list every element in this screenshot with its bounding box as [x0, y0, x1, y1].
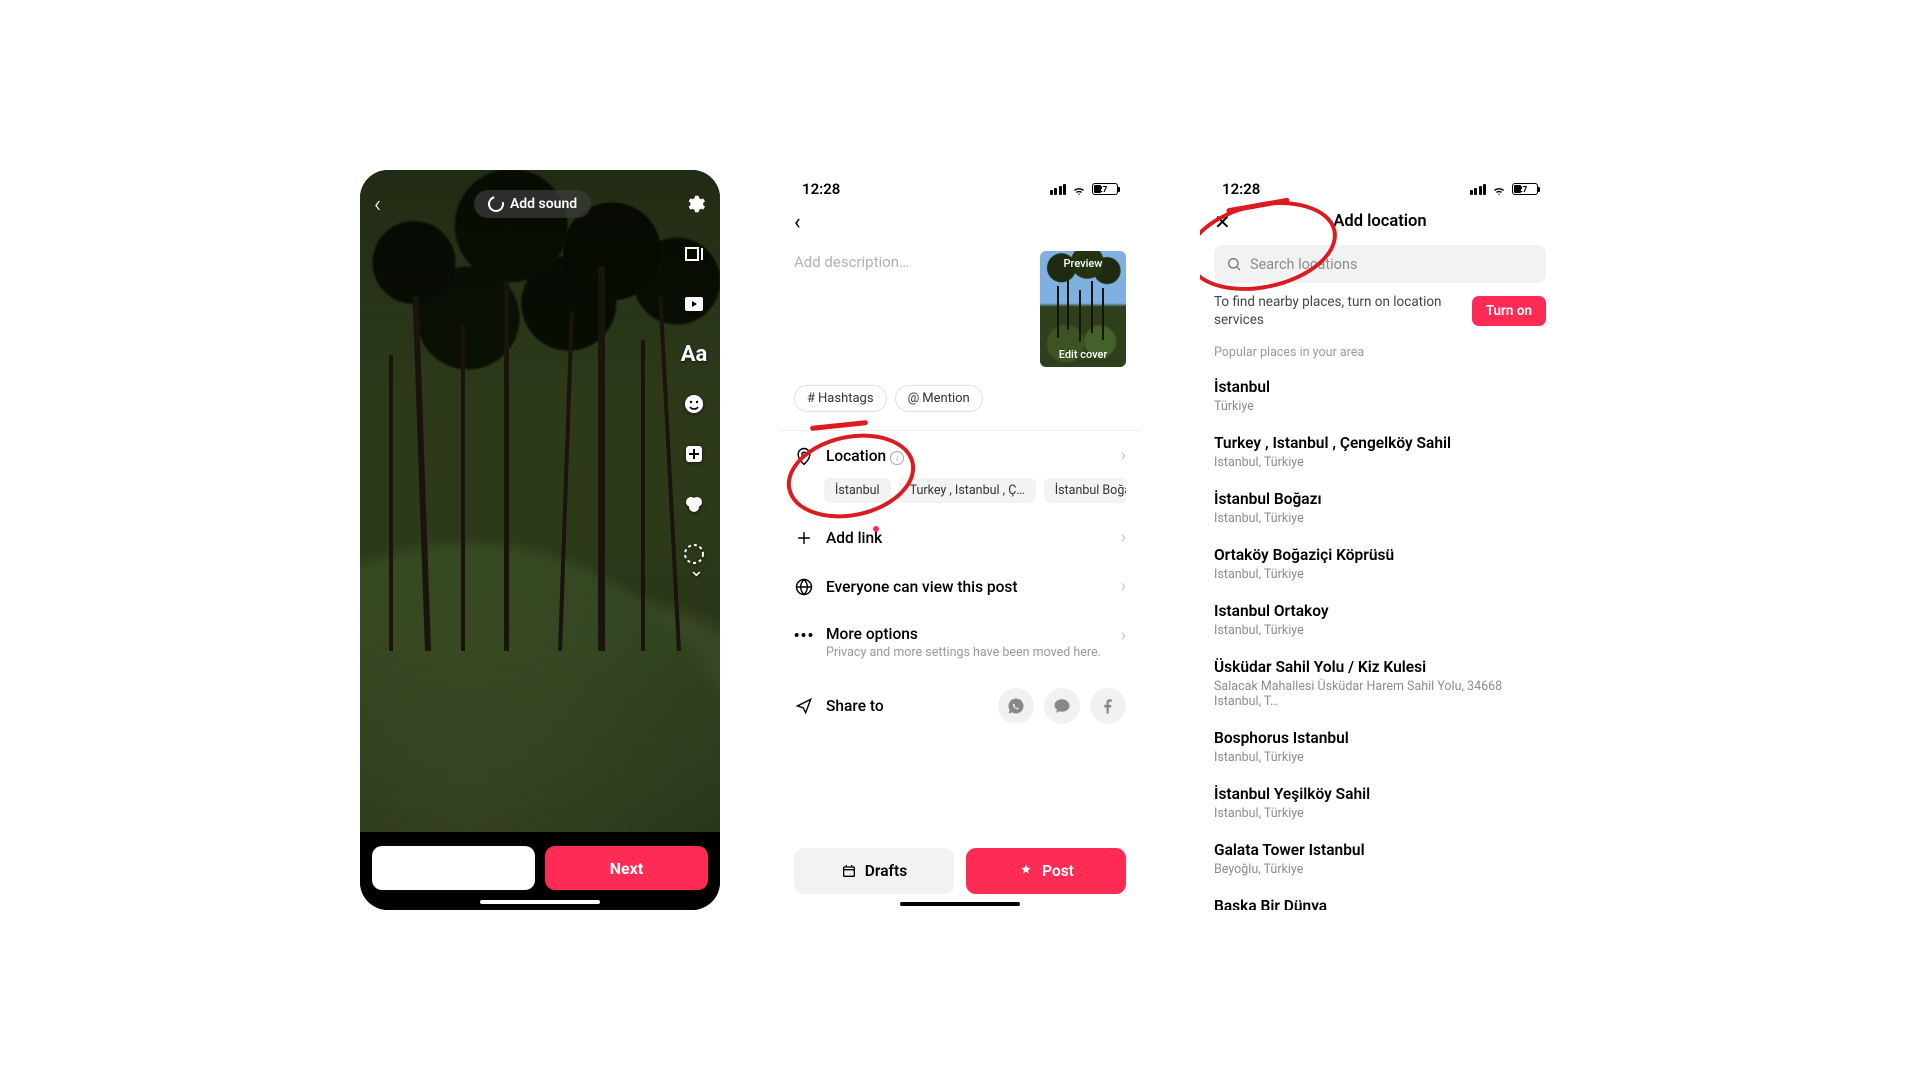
home-indicator	[480, 900, 600, 904]
location-services-prompt: To find nearby places, turn on location …	[1214, 293, 1546, 329]
edit-screen: ‹ Add sound Aa ⌄ Next	[360, 170, 720, 910]
page-title: Add location	[1333, 212, 1426, 231]
hash-icon: #	[807, 391, 815, 406]
preview-label: Preview	[1040, 257, 1126, 270]
mention-chip[interactable]: @Mention	[895, 385, 983, 412]
chevron-right-icon: ›	[1121, 625, 1126, 646]
search-icon	[1226, 256, 1242, 272]
add-sound-label: Add sound	[510, 196, 577, 212]
drafts-button[interactable]: Drafts	[794, 848, 954, 894]
add-link-row[interactable]: Add link ›	[794, 513, 1126, 562]
chevron-right-icon: ›	[1121, 527, 1126, 548]
location-row[interactable]: Location i ›	[794, 431, 1126, 480]
chevron-right-icon: ›	[1121, 576, 1126, 597]
stickers-icon[interactable]	[680, 390, 708, 418]
place-item[interactable]: Başka Bir DünyaTurkey	[1214, 887, 1546, 910]
back-icon[interactable]: ‹	[794, 210, 801, 235]
signal-icon	[1470, 184, 1487, 195]
gear-icon[interactable]	[684, 193, 706, 215]
editor-top-bar: ‹ Add sound	[360, 180, 720, 228]
place-item[interactable]: Bosphorus IstanbulIstanbul, Türkiye	[1214, 719, 1546, 775]
share-row: Share to	[794, 674, 1126, 738]
facebook-icon[interactable]	[1090, 688, 1126, 724]
post-header: ‹	[780, 204, 1140, 245]
whatsapp-icon[interactable]	[998, 688, 1034, 724]
add-sound-button[interactable]: Add sound	[474, 190, 591, 218]
place-item[interactable]: İstanbul Yeşilköy SahilIstanbul, Türkiye	[1214, 775, 1546, 831]
loc-pill[interactable]: İstanbul	[824, 478, 891, 503]
status-bar: 12:28 27	[780, 170, 1140, 204]
effects-icon[interactable]	[680, 440, 708, 468]
info-icon: i	[890, 451, 904, 465]
place-item[interactable]: İstanbulTürkiye	[1214, 368, 1546, 424]
chevron-right-icon: ›	[1121, 445, 1126, 466]
notification-dot	[873, 526, 879, 532]
loc-pill[interactable]: İstanbul Boğazı	[1044, 478, 1126, 503]
search-input[interactable]: Search locations	[1214, 245, 1546, 283]
loc-pill[interactable]: Turkey , Istanbul , Ç…	[899, 478, 1036, 503]
share-icon	[794, 696, 814, 716]
text-icon[interactable]: Aa	[680, 340, 708, 368]
message-icon[interactable]	[1044, 688, 1080, 724]
place-item[interactable]: Galata Tower IstanbulBeyoğlu, Türkiye	[1214, 831, 1546, 887]
globe-icon	[794, 577, 814, 597]
editor-bottom-bar: Next	[360, 832, 720, 910]
close-icon[interactable]: ✕	[1214, 210, 1231, 234]
status-bar: 12:28 27	[1200, 170, 1560, 204]
wifi-icon	[1491, 183, 1507, 195]
popular-heading: Popular places in your area	[1214, 345, 1546, 360]
edit-cover-label: Edit cover	[1040, 348, 1126, 361]
location-label: Location	[826, 447, 886, 465]
editor-secondary-button[interactable]	[372, 846, 535, 890]
status-time: 12:28	[1222, 180, 1260, 198]
battery-icon: 27	[1092, 183, 1118, 195]
cover-thumbnail[interactable]: Preview Edit cover	[1040, 251, 1126, 367]
privacy-row[interactable]: Everyone can view this post ›	[794, 562, 1126, 611]
place-item[interactable]: İstanbul BoğazıIstanbul, Türkiye	[1214, 480, 1546, 536]
place-item[interactable]: Istanbul OrtakoyIstanbul, Türkiye	[1214, 592, 1546, 648]
flip-icon[interactable]	[680, 240, 708, 268]
battery-icon: 27	[1512, 183, 1538, 195]
post-screen: 12:28 27 ‹ Add description… Preview Edit…	[780, 170, 1140, 910]
location-screen: 12:28 27 ✕ Add location Search locations…	[1200, 170, 1560, 910]
hashtags-chip[interactable]: #Hashtags	[794, 385, 887, 412]
filters-icon[interactable]	[680, 490, 708, 518]
location-pin-icon	[794, 446, 814, 466]
signal-icon	[1050, 184, 1067, 195]
next-button[interactable]: Next	[545, 846, 708, 890]
more-options-row[interactable]: ••• More options Privacy and more settin…	[794, 611, 1126, 674]
post-footer: Drafts Post	[794, 848, 1126, 894]
location-suggestions: İstanbul Turkey , Istanbul , Ç… İstanbul…	[824, 478, 1126, 503]
places-list: İstanbulTürkiye Turkey , Istanbul , Çeng…	[1214, 368, 1546, 910]
place-item[interactable]: Üsküdar Sahil Yolu / Kiz KulesiSalacak M…	[1214, 648, 1546, 719]
status-time: 12:28	[802, 180, 840, 198]
place-item[interactable]: Ortaköy Boğaziçi KöprüsüIstanbul, Türkiy…	[1214, 536, 1546, 592]
chevron-down-icon[interactable]: ⌄	[689, 560, 704, 581]
dots-icon: •••	[794, 625, 814, 645]
location-header: ✕ Add location	[1200, 204, 1560, 239]
plus-icon	[794, 528, 814, 548]
editor-side-tools: Aa	[680, 240, 708, 568]
description-input[interactable]: Add description…	[794, 251, 1030, 367]
post-button[interactable]: Post	[966, 848, 1126, 894]
wifi-icon	[1071, 183, 1087, 195]
home-indicator	[900, 902, 1020, 906]
turn-on-button[interactable]: Turn on	[1472, 296, 1546, 326]
search-placeholder: Search locations	[1250, 256, 1357, 273]
back-icon[interactable]: ‹	[374, 190, 381, 218]
clips-icon[interactable]	[680, 290, 708, 318]
at-icon: @	[908, 391, 920, 406]
place-item[interactable]: Turkey , Istanbul , Çengelköy SahilIstan…	[1214, 424, 1546, 480]
